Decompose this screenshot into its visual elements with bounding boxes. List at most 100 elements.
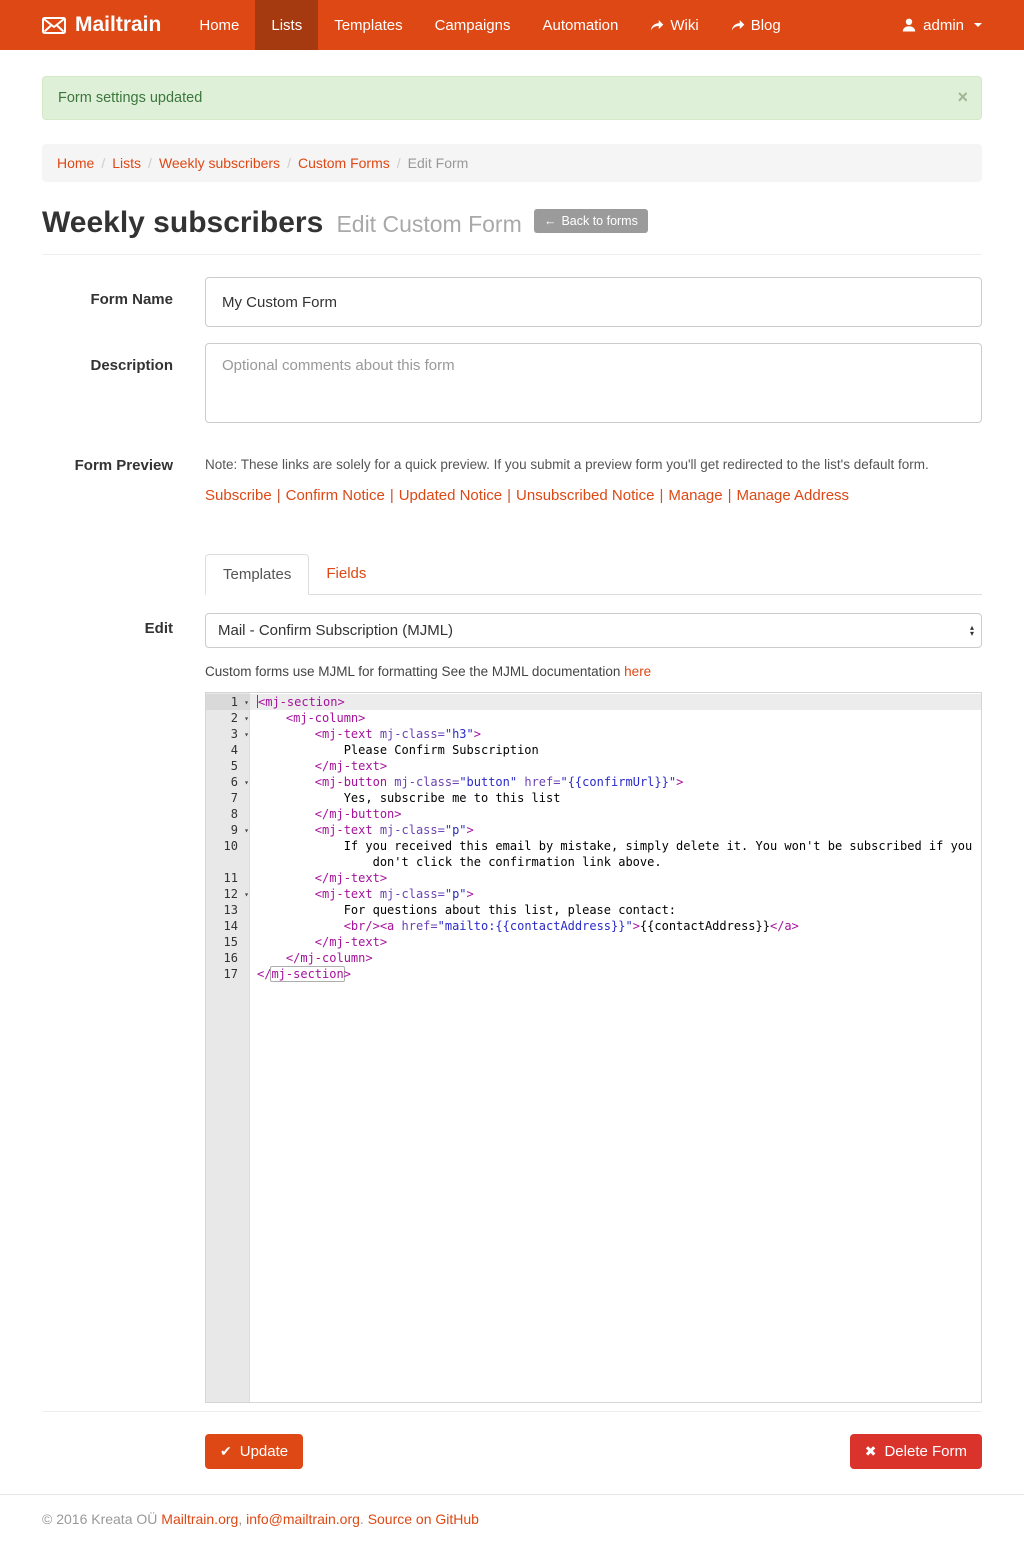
editor-line[interactable]: 13 For questions about this list, please… [206, 902, 981, 918]
close-icon[interactable]: × [957, 88, 968, 106]
caret-down-icon [974, 23, 982, 27]
editor-line[interactable]: 12▾ <mj-text mj-class="p"> [206, 886, 981, 902]
preview-link-updated-notice[interactable]: Updated Notice [399, 487, 502, 504]
github-link[interactable]: Source on GitHub [368, 1511, 479, 1527]
user-menu[interactable]: admin [902, 0, 982, 50]
brand-logo[interactable]: Mailtrain [42, 0, 183, 50]
alert-message: Form settings updated [58, 90, 202, 106]
code-token: "p" [445, 887, 467, 901]
code-token: </a> [770, 919, 799, 933]
code-token: > [344, 967, 351, 981]
mailtrain-org-link[interactable]: Mailtrain.org [161, 1511, 238, 1527]
tab-fields[interactable]: Fields [309, 554, 383, 595]
breadcrumb-separator: / [397, 155, 401, 171]
preview-link-manage-address[interactable]: Manage Address [736, 487, 849, 504]
nav-item-templates[interactable]: Templates [318, 0, 418, 50]
breadcrumb-current: Edit Form [408, 155, 469, 171]
breadcrumb-link[interactable]: Lists [112, 155, 141, 171]
editor-line-number: 15 [206, 934, 250, 950]
code-editor[interactable]: 1▾<mj-section>2▾ <mj-column>3▾ <mj-text … [205, 692, 982, 1403]
preview-links: Subscribe|Confirm Notice|Updated Notice|… [205, 487, 982, 504]
nav-item-label: Templates [334, 17, 402, 34]
user-icon [902, 18, 916, 32]
back-to-forms-button[interactable]: ← Back to forms [534, 209, 648, 233]
code-token [257, 727, 315, 741]
fold-arrow-icon[interactable]: ▾ [244, 727, 249, 743]
editor-line[interactable]: don't click the confirmation link above. [206, 854, 981, 870]
breadcrumb-link[interactable]: Weekly subscribers [159, 155, 280, 171]
mjml-doc-link[interactable]: here [624, 664, 651, 679]
fold-arrow-icon[interactable]: ▾ [244, 887, 249, 903]
code-token: href= [524, 775, 560, 789]
editor-line[interactable]: 3▾ <mj-text mj-class="h3"> [206, 726, 981, 742]
editor-line[interactable]: 9▾ <mj-text mj-class="p"> [206, 822, 981, 838]
breadcrumb-link[interactable]: Home [57, 155, 94, 171]
editor-line[interactable]: 15 </mj-text> [206, 934, 981, 950]
editor-code-line: Yes, subscribe me to this list [250, 790, 981, 806]
preview-link-subscribe[interactable]: Subscribe [205, 487, 272, 504]
editor-line-number: 10 [206, 838, 250, 854]
editor-line[interactable]: 16 </mj-column> [206, 950, 981, 966]
breadcrumb-link[interactable]: Custom Forms [298, 155, 390, 171]
editor-line[interactable]: 1▾<mj-section> [206, 694, 981, 710]
nav-item-automation[interactable]: Automation [526, 0, 634, 50]
editor-code-line: </mj-button> [250, 806, 981, 822]
code-token: </mj-text> [315, 871, 387, 885]
code-token [257, 919, 344, 933]
editor-code-line: don't click the confirmation link above. [250, 854, 981, 870]
edit-label: Edit [42, 613, 173, 648]
editor-code-line: </mj-section> [250, 966, 981, 982]
editor-line[interactable]: 5 </mj-text> [206, 758, 981, 774]
code-token: </mj-text> [315, 759, 387, 773]
editor-code-line: </mj-column> [250, 950, 981, 966]
editor-line[interactable]: 8 </mj-button> [206, 806, 981, 822]
editor-line[interactable]: 11 </mj-text> [206, 870, 981, 886]
delete-form-button[interactable]: ✖ Delete Form [850, 1434, 982, 1469]
code-token: </mj-button> [315, 807, 402, 821]
tab-templates[interactable]: Templates [205, 554, 309, 595]
fold-arrow-icon[interactable]: ▾ [244, 823, 249, 839]
editor-line[interactable]: 4 Please Confirm Subscription [206, 742, 981, 758]
editor-line[interactable]: 10 If you received this email by mistake… [206, 838, 981, 854]
nav-item-label: Lists [271, 17, 302, 34]
nav-item-blog[interactable]: Blog [715, 0, 797, 50]
code-token: mj-section [270, 966, 344, 982]
email-link[interactable]: info@mailtrain.org [246, 1511, 360, 1527]
breadcrumb: Home/Lists/Weekly subscribers/Custom For… [42, 144, 982, 182]
fold-arrow-icon[interactable]: ▾ [244, 711, 249, 727]
fold-arrow-icon[interactable]: ▾ [244, 775, 249, 791]
editor-code-line: <mj-text mj-class="p"> [250, 886, 981, 902]
editor-line[interactable]: 14 <br/><a href="mailto:{{contactAddress… [206, 918, 981, 934]
code-token [257, 823, 315, 837]
fold-arrow-icon[interactable]: ▾ [244, 695, 249, 711]
editor-code-line: For questions about this list, please co… [250, 902, 981, 918]
form-name-input[interactable] [205, 277, 982, 327]
editor-line[interactable]: 7 Yes, subscribe me to this list [206, 790, 981, 806]
page-title: Weekly subscribers [42, 206, 323, 239]
share-icon [731, 19, 745, 32]
template-select[interactable]: Mail - Confirm Subscription (MJML) ▴▾ [205, 613, 982, 648]
update-button[interactable]: ✔ Update [205, 1434, 303, 1469]
back-to-forms-label: Back to forms [561, 214, 637, 228]
preview-link-unsubscribed-notice[interactable]: Unsubscribed Notice [516, 487, 654, 504]
preview-link-confirm-notice[interactable]: Confirm Notice [286, 487, 385, 504]
nav-item-home[interactable]: Home [183, 0, 255, 50]
nav-item-wiki[interactable]: Wiki [634, 0, 714, 50]
editor-line[interactable]: 17</mj-section> [206, 966, 981, 982]
nav-item-lists[interactable]: Lists [255, 0, 318, 50]
copyright-text: © 2016 Kreata OÜ [42, 1511, 161, 1527]
editor-line-number: 4 [206, 742, 250, 758]
editor-line-number: 7 [206, 790, 250, 806]
code-token [257, 935, 315, 949]
code-token: > [633, 919, 640, 933]
description-textarea[interactable] [205, 343, 982, 423]
preview-link-manage[interactable]: Manage [668, 487, 722, 504]
editor-line-number: 1▾ [206, 694, 250, 710]
editor-line[interactable]: 6▾ <mj-button mj-class="button" href="{{… [206, 774, 981, 790]
preview-link-separator: | [659, 487, 663, 504]
editor-line-number: 12▾ [206, 886, 250, 902]
editor-line[interactable]: 2▾ <mj-column> [206, 710, 981, 726]
editor-line-number: 8 [206, 806, 250, 822]
nav-item-label: Home [199, 17, 239, 34]
nav-item-campaigns[interactable]: Campaigns [419, 0, 527, 50]
